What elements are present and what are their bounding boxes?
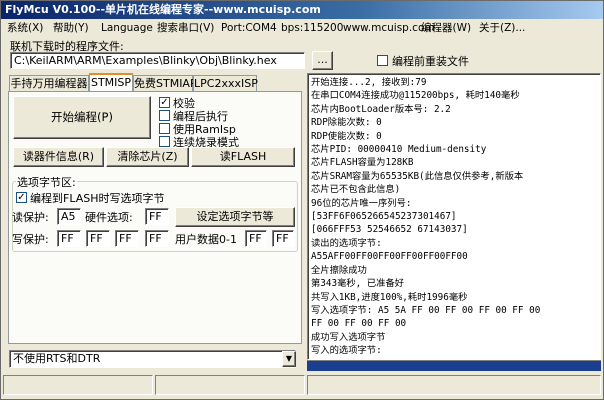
tab-stmiap[interactable]: 免费STMIAP [133,75,197,91]
menu-port[interactable]: Port:COM4 [221,20,277,37]
menu-bar: 系统(X) 帮助(Y) Language 搜索串口(V) Port:COM4 b… [1,20,603,37]
rts-dtr-select[interactable]: 不使用RTS和DTR [9,350,296,368]
menu-about[interactable]: 关于(Z)... [479,20,525,37]
log-line: 共写入1KB,进度100%,耗时1996毫秒 [311,291,468,303]
menu-help[interactable]: 帮助(Y) [53,20,89,37]
read-flash-button[interactable]: 读FLASH [191,147,295,167]
status-pane-2 [155,375,305,395]
clear-chip-button[interactable]: 清除芯片(Z) [106,147,189,167]
log-line: 第343毫秒, 已准备好 [311,278,405,290]
write-protect-input-3[interactable]: FF [115,230,139,247]
log-output[interactable]: 开始连接...2, 接收到:79 在串口COM4连接成功@115200bps, … [307,73,601,360]
log-line: 芯片PID: 00000410 Medium-density [311,144,487,156]
write-protect-input-4[interactable]: FF [145,230,169,247]
read-protect-label: 读保护: [12,211,49,224]
write-protect-input-2[interactable]: FF [86,230,110,247]
log-line: FF 00 FF 00 FF 00 [311,318,407,330]
log-line: 芯片SRAM容量为65535KB(此信息仅供参考,新版本 [311,170,524,182]
status-pane-1 [3,375,153,395]
log-line: RDP使能次数: 0 [311,130,382,142]
read-info-button[interactable]: 读器件信息(R) [13,147,104,167]
user-data-input-0[interactable]: FF [245,230,267,247]
start-program-button[interactable]: 开始编程(P) [13,96,151,139]
tab-panel: 开始编程(P) ✓ 校验 编程后执行 使用RamIsp 连续烧录模式 读器件信息… [8,91,302,344]
hw-option-input[interactable]: FF [145,208,169,225]
log-line: 芯片FLASH容量为128KB [311,157,414,169]
user-data-input-1[interactable]: FF [272,230,294,247]
menu-bps[interactable]: bps:115200 [281,20,343,37]
read-protect-input[interactable]: A5 [57,208,81,225]
log-line: RDP除能次数: 0 [311,117,382,129]
log-line: 成功写入选项字节 [311,331,386,343]
hw-option-label: 硬件选项: [85,211,133,224]
log-line: 芯片已不包含此信息) [311,184,401,196]
tab-handheld[interactable]: 手持万用编程器 [9,75,89,91]
log-line: 读出的选项字节: [311,237,382,249]
log-line: [066FFF53 52546652 67143037] [311,224,468,236]
log-line: 写入的选项字节: [311,345,382,357]
chevron-down-icon[interactable]: ▼ [282,351,296,367]
write-options-checkbox[interactable]: ✓ [16,192,27,203]
user-data-label: 用户数据0-1 [175,233,237,246]
log-line: 96位的芯片唯一序列号: [311,197,412,209]
log-line: A55AFF00FF00FF00FF00FF00FF00 [311,251,468,263]
continuous-checkbox[interactable] [159,136,170,147]
tab-lpc[interactable]: LPC2xxxISP [193,75,258,91]
log-line: 开始连接...2, 接收到:79 [311,77,427,88]
title-bar: FlyMcu V0.100--单片机在线编程专家--www.mcuisp.com [1,1,603,19]
menu-programmer[interactable]: 编程器(W) [421,20,471,37]
run-after-checkbox[interactable] [159,110,170,121]
progress-bar [307,360,601,371]
option-bytes-group-label: 选项字节区: [16,174,77,190]
write-options-label: 编程到FLASH时写选项字节 [30,192,165,205]
set-options-button[interactable]: 设定选项字节等 [175,207,295,227]
app-window: FlyMcu V0.100--单片机在线编程专家--www.mcuisp.com… [0,0,604,400]
rts-dtr-selected: 不使用RTS和DTR [13,352,101,365]
file-path-input[interactable]: C:\KeilARM\ARM\Examples\Blinky\Obj\Blink… [10,52,305,69]
menu-system[interactable]: 系统(X) [7,20,43,37]
menu-search-port[interactable]: 搜索串口(V) [157,20,214,37]
reload-checkbox[interactable] [377,55,388,66]
log-line: 芯片内BootLoader版本号: 2.2 [311,103,451,115]
reload-label: 编程前重装文件 [392,55,469,68]
log-line: 在串口COM4连接成功@115200bps, 耗时140毫秒 [311,90,520,102]
write-protect-label: 写保护: [12,233,49,246]
menu-language[interactable]: Language [101,20,153,37]
log-line: 写入选项字节: A5 5A FF 00 FF 00 FF 00 FF 00 [311,304,541,316]
window-title: FlyMcu V0.100--单片机在线编程专家--www.mcuisp.com [5,3,321,16]
status-pane-3 [307,375,601,395]
ramisp-checkbox[interactable] [159,123,170,134]
log-line: [53FF6F065266545237301467] [311,211,457,223]
log-line: 全片擦除成功 [311,264,367,276]
write-protect-input-1[interactable]: FF [57,230,81,247]
tab-stmisp[interactable]: STMISP [89,73,133,92]
browse-button[interactable]: ... [312,51,333,70]
verify-checkbox[interactable]: ✓ [159,97,170,108]
